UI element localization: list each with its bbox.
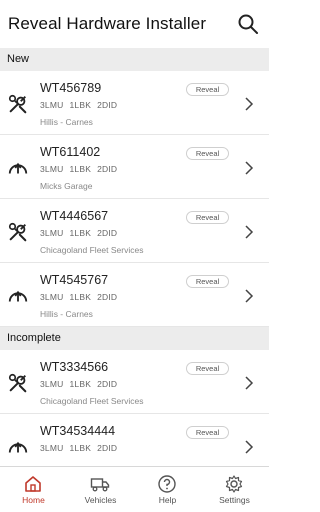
nav-home-label: Home [22, 495, 45, 505]
count-did: 2DID [97, 292, 118, 302]
count-did: 2DID [97, 100, 118, 110]
count-lmu: 3LMU [40, 100, 64, 110]
count-did: 2DID [97, 379, 118, 389]
customer-name: Chicagoland Fleet Services [40, 245, 144, 255]
section-header-incomplete: Incomplete [0, 327, 269, 350]
work-ticket-list: New WT456789 3LMU 1LBK 2DID Hillis - Carne… [0, 48, 269, 466]
truck-icon [90, 478, 110, 492]
count-did: 2DID [97, 164, 118, 174]
gauge-icon [8, 441, 28, 453]
count-lbk: 1LBK [69, 443, 92, 453]
ticket-counts: 3LMU 1LBK 2DID [40, 292, 123, 302]
count-lmu: 3LMU [40, 443, 64, 453]
count-lbk: 1LBK [69, 228, 92, 238]
ticket-counts: 3LMU 1LBK 2DID [40, 443, 123, 453]
home-icon [25, 476, 41, 492]
nav-settings-label: Settings [219, 495, 250, 505]
count-lmu: 3LMU [40, 228, 64, 238]
gear-icon [225, 475, 243, 493]
customer-name: Hillis - Carnes [40, 309, 93, 319]
ticket-counts: 3LMU 1LBK 2DID [40, 100, 123, 110]
chevron-right-icon [245, 225, 254, 239]
tools-icon [8, 373, 27, 393]
customer-name: Micks Garage [40, 181, 93, 191]
tools-icon [8, 94, 27, 114]
nav-home[interactable]: Home [0, 467, 67, 512]
ticket-id: WT34534444 [40, 424, 116, 438]
ticket-id: WT4446567 [40, 209, 109, 223]
count-lmu: 3LMU [40, 164, 64, 174]
search-icon[interactable] [236, 12, 260, 36]
nav-vehicles[interactable]: Vehicles [67, 467, 134, 512]
ticket-id: WT611402 [40, 145, 101, 159]
count-lmu: 3LMU [40, 292, 64, 302]
status-badge: Reveal [186, 83, 229, 96]
count-lmu: 3LMU [40, 379, 64, 389]
list-item[interactable]: WT4545767 3LMU 1LBK 2DID Hillis - Carnes R… [0, 263, 269, 327]
status-badge: Reveal [186, 275, 229, 288]
ticket-counts: 3LMU 1LBK 2DID [40, 164, 123, 174]
count-lbk: 1LBK [69, 292, 92, 302]
customer-name: Hillis - Carnes [40, 117, 93, 127]
tools-icon [8, 222, 27, 242]
chevron-right-icon [245, 97, 254, 111]
status-badge: Reveal [186, 362, 229, 375]
list-item[interactable]: WT456789 3LMU 1LBK 2DID Hillis - Carnes Re… [0, 71, 269, 135]
ticket-counts: 3LMU 1LBK 2DID [40, 228, 123, 238]
chevron-right-icon [245, 440, 254, 454]
page-title: Reveal Hardware Installer [8, 14, 207, 33]
count-lbk: 1LBK [69, 100, 92, 110]
bottom-nav: Home Vehicles Help Settings [0, 466, 269, 512]
status-badge: Reveal [186, 211, 229, 224]
nav-settings[interactable]: Settings [201, 467, 268, 512]
customer-name: Chicagoland Fleet Services [40, 396, 144, 406]
nav-help-label: Help [158, 495, 177, 505]
chevron-right-icon [245, 161, 254, 175]
nav-vehicles-label: Vehicles [84, 495, 117, 505]
chevron-right-icon [245, 289, 254, 303]
app-bar: Reveal Hardware Installer [0, 0, 269, 48]
ticket-counts: 3LMU 1LBK 2DID [40, 379, 123, 389]
chevron-right-icon [245, 376, 254, 390]
gauge-icon [8, 162, 28, 174]
ticket-id: WT4545767 [40, 273, 109, 287]
count-lbk: 1LBK [69, 379, 92, 389]
list-item[interactable]: WT3334566 3LMU 1LBK 2DID Chicagoland Fleet… [0, 350, 269, 414]
list-item[interactable]: WT34534444 3LMU 1LBK 2DID Reveal [0, 414, 269, 466]
count-lbk: 1LBK [69, 164, 92, 174]
ticket-id: WT456789 [40, 81, 102, 95]
section-header-new: New [0, 48, 269, 71]
status-badge: Reveal [186, 426, 229, 439]
help-icon [158, 475, 176, 493]
nav-help[interactable]: Help [134, 467, 201, 512]
list-item[interactable]: WT611402 3LMU 1LBK 2DID Micks Garage Revea… [0, 135, 269, 199]
ticket-id: WT3334566 [40, 360, 109, 374]
gauge-icon [8, 290, 28, 302]
status-badge: Reveal [186, 147, 229, 160]
count-did: 2DID [97, 443, 118, 453]
list-item[interactable]: WT4446567 3LMU 1LBK 2DID Chicagoland Fleet… [0, 199, 269, 263]
count-did: 2DID [97, 228, 118, 238]
